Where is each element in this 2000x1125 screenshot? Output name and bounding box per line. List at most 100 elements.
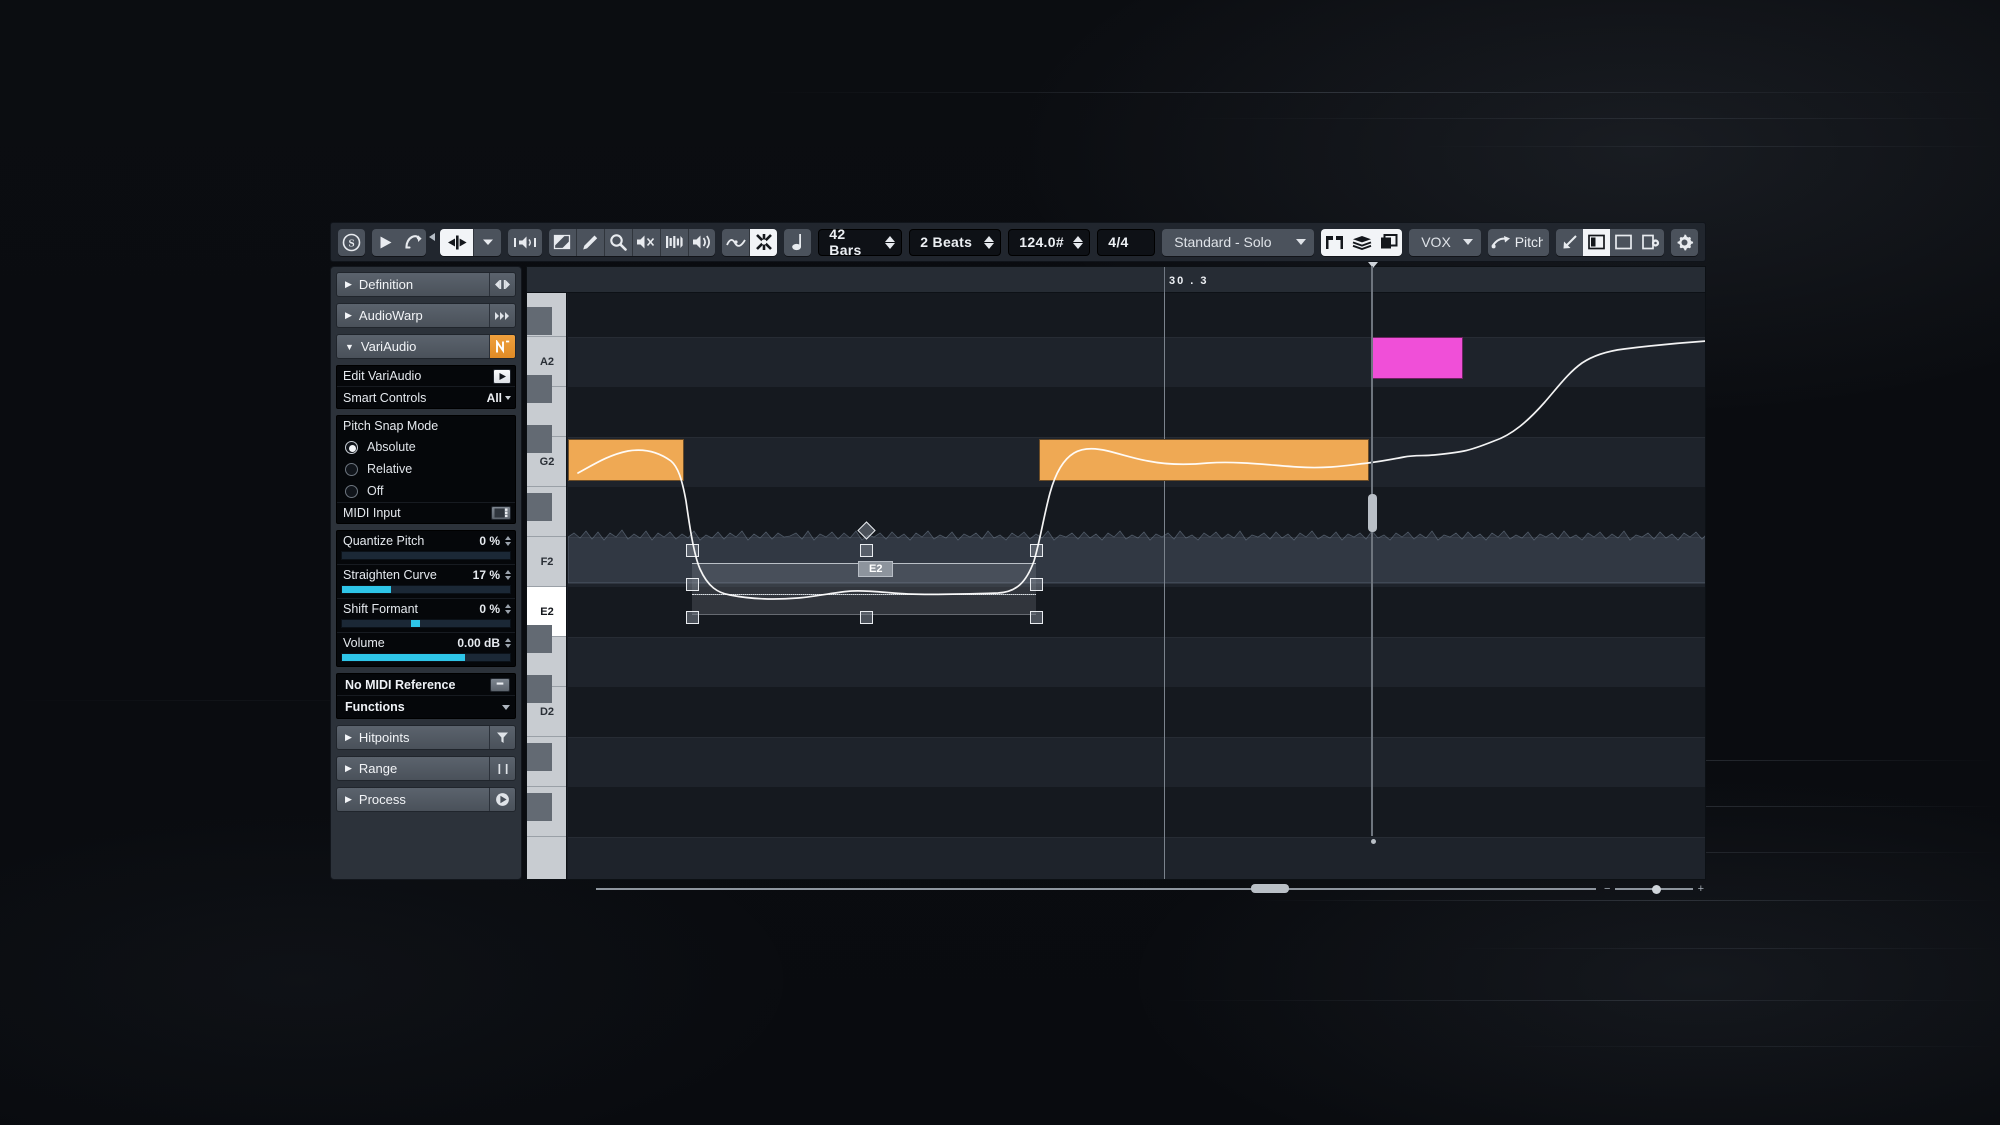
track-dropdown[interactable]: VOX (1409, 228, 1482, 256)
black-key[interactable] (527, 493, 552, 521)
zoom-magnifier-tool-button[interactable] (605, 229, 632, 256)
cycle-button[interactable] (399, 229, 426, 256)
audition-button[interactable] (508, 229, 542, 256)
midi-reference-block: No MIDI Reference ━ Functions (336, 673, 516, 719)
slider-track[interactable] (341, 551, 511, 560)
beats-field[interactable]: 2 Beats (909, 228, 1002, 256)
section-header-range[interactable]: ▶ Range (336, 756, 516, 781)
audiowarp-icon[interactable] (489, 304, 515, 327)
black-key[interactable] (527, 307, 552, 335)
section-header-process[interactable]: ▶ Process (336, 787, 516, 812)
edit-variaudio-row[interactable]: Edit VariAudio (337, 366, 515, 387)
vertical-zoom-knob[interactable] (1370, 839, 1376, 844)
timeline-ruler[interactable]: 30 . 3 (527, 267, 1705, 293)
tempo-spinner[interactable] (1073, 235, 1084, 249)
definition-grid-icon[interactable] (489, 273, 515, 296)
scrub-play-tool-button[interactable] (661, 229, 688, 256)
right-panel-button[interactable] (1610, 229, 1637, 256)
slider-spinner[interactable] (505, 570, 511, 580)
zoom-in-icon[interactable]: + (1698, 883, 1704, 895)
bars-spinner[interactable] (885, 235, 896, 249)
section-header-definition[interactable]: ▶ Definition (336, 272, 516, 297)
midi-reference-row[interactable]: No MIDI Reference ━ (337, 674, 515, 696)
midi-reference-button[interactable]: ━ (490, 677, 510, 692)
smart-controls-value[interactable]: All (487, 391, 502, 405)
time-signature-field[interactable]: 4/4 (1097, 228, 1156, 256)
tempo-field[interactable]: 124.0# (1008, 228, 1091, 256)
range-bars-icon[interactable] (489, 757, 515, 780)
pitch-snap-option-absolute[interactable]: Absolute (337, 436, 515, 458)
black-key[interactable] (527, 375, 552, 403)
key-unlabeled-6[interactable] (527, 837, 566, 879)
black-key[interactable] (527, 793, 552, 821)
vscroll-thumb[interactable] (1368, 494, 1377, 532)
setup-window-button[interactable] (1637, 229, 1664, 256)
horizontal-scrollbar[interactable]: − + (526, 880, 1706, 898)
beats-spinner[interactable] (984, 235, 995, 249)
slider-straighten-curve[interactable]: Straighten Curve 17 % (337, 564, 515, 594)
piano-keyboard[interactable]: A2 G2 F2 E2 D2 (527, 293, 567, 879)
editor-toolbar: S 42 Bars 2 Beats 124.0# 4/4 Standard - … (330, 222, 1706, 262)
slider-track[interactable] (341, 619, 511, 628)
slider-spinner[interactable] (505, 638, 511, 648)
play-button[interactable] (372, 229, 399, 256)
pitch-snap-option-off[interactable]: Off (337, 480, 515, 502)
solo-button[interactable]: S (338, 229, 365, 256)
zoom-knob[interactable] (1652, 884, 1662, 894)
zoom-track[interactable] (1615, 884, 1693, 894)
slider-quantize-pitch[interactable]: Quantize Pitch 0 % (337, 531, 515, 560)
snap-grid-button[interactable] (750, 228, 778, 256)
slider-shift-formant[interactable]: Shift Formant 0 % (337, 598, 515, 628)
show-overlaps-button[interactable] (1375, 228, 1403, 256)
snap-curve-button[interactable] (722, 229, 749, 256)
slider-track[interactable] (341, 585, 511, 594)
hscroll-track[interactable] (596, 888, 1596, 890)
edit-variaudio-button[interactable] (493, 368, 511, 384)
slider-spinner[interactable] (505, 604, 511, 614)
section-header-variaudio[interactable]: ▼ VariAudio (336, 334, 516, 359)
vscroll-track[interactable] (1371, 266, 1373, 836)
tempo-value: 124.0# (1019, 234, 1064, 250)
slider-spinner[interactable] (505, 536, 511, 546)
pitch-curve (577, 340, 1705, 600)
horizontal-zoom-slider[interactable]: − + (1604, 882, 1704, 896)
quarter-note-button[interactable] (784, 229, 811, 256)
black-key[interactable] (527, 425, 552, 453)
tool-dropdown-button[interactable] (474, 229, 501, 256)
collapse-arrow-button[interactable] (1556, 229, 1583, 256)
note-lanes[interactable]: E2 (568, 293, 1705, 879)
audition-volume-tool-button[interactable] (688, 229, 715, 256)
black-key[interactable] (527, 743, 552, 771)
object-selection-tool-button[interactable] (439, 228, 474, 256)
zoom-out-icon[interactable]: − (1604, 883, 1610, 895)
gear-icon[interactable] (1671, 229, 1698, 256)
midi-input-row[interactable]: MIDI Input (337, 502, 515, 523)
black-key[interactable] (527, 675, 552, 703)
smart-controls-row[interactable]: Smart Controls All (337, 387, 515, 408)
show-regions-button[interactable] (1321, 228, 1349, 256)
vertical-scrollbar[interactable] (1368, 262, 1378, 880)
left-panel-button[interactable] (1583, 228, 1611, 256)
slider-thumb[interactable] (410, 620, 420, 627)
slider-volume[interactable]: Volume 0.00 dB (337, 632, 515, 662)
midi-input-button[interactable] (491, 506, 511, 520)
process-icon[interactable] (489, 788, 515, 811)
range-selection-tool-button[interactable] (549, 229, 576, 256)
section-header-audiowarp[interactable]: ▶ AudioWarp (336, 303, 516, 328)
section-label: Process (358, 792, 406, 807)
functions-row[interactable]: Functions (337, 696, 515, 718)
filter-icon[interactable] (489, 726, 515, 749)
mute-speaker-tool-button[interactable] (633, 229, 660, 256)
bars-field[interactable]: 42 Bars (818, 226, 903, 258)
variaudio-icon[interactable] (489, 335, 515, 358)
preset-dropdown[interactable]: Standard - Solo (1162, 228, 1315, 256)
draw-pencil-tool-button[interactable] (577, 229, 604, 256)
show-lanes-button[interactable] (1348, 228, 1376, 256)
black-key[interactable] (527, 625, 552, 653)
key-F2[interactable]: F2 (527, 537, 566, 587)
section-header-hitpoints[interactable]: ▶ Hitpoints (336, 725, 516, 750)
hscroll-thumb[interactable] (1251, 884, 1289, 893)
pitch-arrow-icon[interactable] (1488, 229, 1514, 256)
pitch-snap-option-relative[interactable]: Relative (337, 458, 515, 480)
slider-track[interactable] (341, 653, 511, 662)
